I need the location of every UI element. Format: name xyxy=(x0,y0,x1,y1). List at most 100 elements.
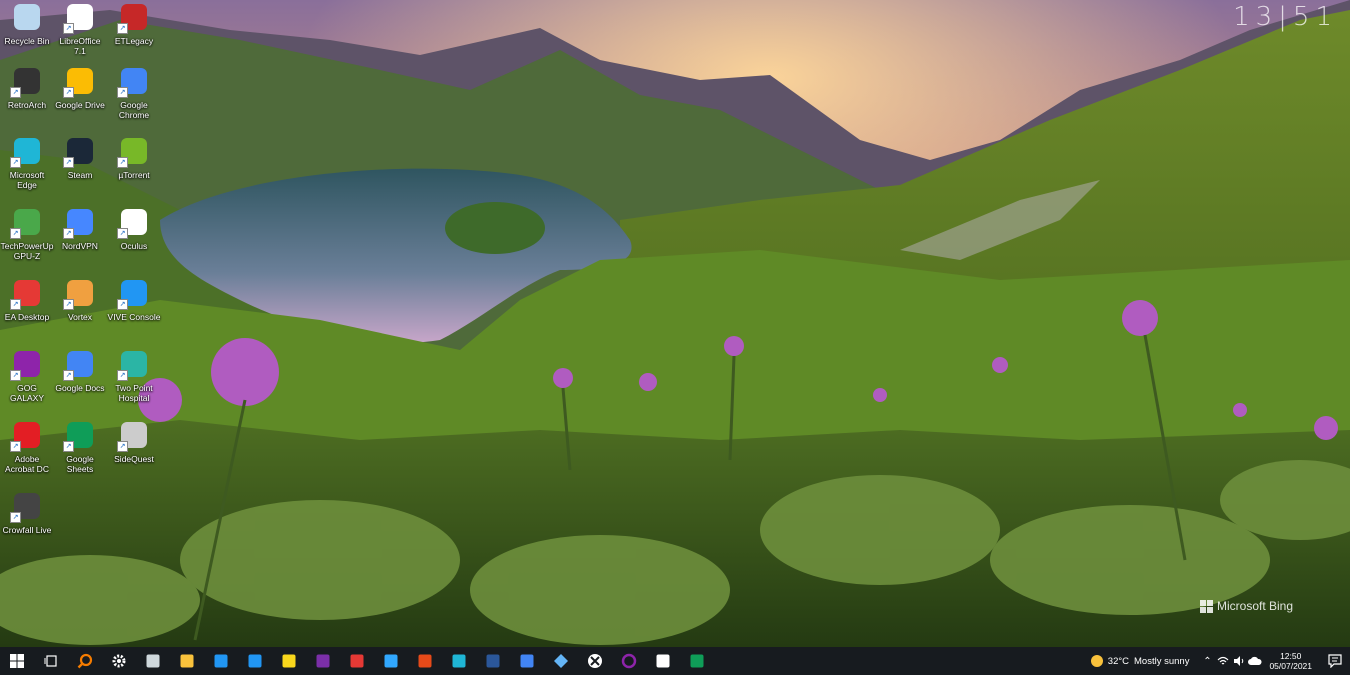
taskbar: 32°C Mostly sunny ⌃ 12:50 05/07/2021 xyxy=(0,647,1350,675)
onenote-button[interactable] xyxy=(306,647,340,675)
desktop-icon-label: Adobe Acrobat DC xyxy=(5,454,49,474)
search-icon xyxy=(77,653,93,669)
desktop-icon-oculus[interactable]: ↗ Oculus xyxy=(107,205,161,251)
shortcut-arrow-icon: ↗ xyxy=(10,228,21,239)
onedrive-button[interactable] xyxy=(1247,647,1263,675)
desktop-icon-crowfall[interactable]: ↗ Crowfall Live xyxy=(0,489,54,535)
desktop-icon-etlegacy[interactable]: ↗ ETLegacy xyxy=(107,0,161,46)
desktop-icon-label: SideQuest xyxy=(114,454,154,464)
paint-button[interactable] xyxy=(340,647,374,675)
desktop-icon-recycle-bin[interactable]: Recycle Bin xyxy=(0,0,54,46)
file-explorer-button[interactable] xyxy=(170,647,204,675)
weather-widget[interactable]: 32°C Mostly sunny xyxy=(1090,655,1189,667)
watermark-text: Microsoft Bing xyxy=(1217,599,1294,613)
taskbar-clock[interactable]: 12:50 05/07/2021 xyxy=(1269,651,1312,671)
desktop-icon-label: Google Drive xyxy=(55,100,105,110)
diamond-icon xyxy=(554,654,568,668)
shortcut-arrow-icon: ↗ xyxy=(117,23,128,34)
task-view-icon xyxy=(44,655,57,667)
windows-icon xyxy=(10,654,24,668)
volume-button[interactable] xyxy=(1231,647,1247,675)
desktop-icon-google-drive[interactable]: ↗ Google Drive xyxy=(53,64,107,110)
desktop-icon-retroarch[interactable]: ↗ RetroArch xyxy=(0,64,54,110)
desktop-icon-label: EA Desktop xyxy=(4,312,50,322)
desktop-icon-ea[interactable]: ↗ EA Desktop xyxy=(0,276,54,322)
desktop-icon-vive[interactable]: ↗ VIVE Console xyxy=(107,276,161,322)
desktop-icon-gog[interactable]: ↗ GOG GALAXY xyxy=(0,347,54,403)
edge-icon: ↗ xyxy=(10,134,44,168)
desktop-icon-label: Two Point Hospital xyxy=(115,383,153,403)
shortcut-arrow-icon: ↗ xyxy=(117,228,128,239)
people-button[interactable] xyxy=(238,647,272,675)
desktop-icon-gpuz[interactable]: ↗ TechPowerUp GPU-Z xyxy=(0,205,54,261)
speaker-icon xyxy=(1234,656,1244,666)
office-button[interactable] xyxy=(408,647,442,675)
show-hidden-icons-button[interactable]: ⌃ xyxy=(1199,647,1215,675)
shortcut-arrow-icon: ↗ xyxy=(10,370,21,381)
app-cube-button[interactable] xyxy=(136,647,170,675)
desktop-icon-nordvpn[interactable]: ↗ NordVPN xyxy=(53,205,107,251)
office-icon xyxy=(418,654,432,668)
desktop-icon-two-point-hospital[interactable]: ↗ Two Point Hospital xyxy=(107,347,161,403)
person-icon xyxy=(248,654,262,668)
shortcut-arrow-icon: ↗ xyxy=(63,370,74,381)
gpuz-icon: ↗ xyxy=(10,205,44,239)
network-button[interactable] xyxy=(1215,647,1231,675)
google-sheets-icon: ↗ xyxy=(63,418,97,452)
desktop-icon-google-sheets[interactable]: ↗ Google Sheets xyxy=(53,418,107,474)
sheets-button[interactable] xyxy=(680,647,714,675)
sticky-notes-button[interactable] xyxy=(272,647,306,675)
shortcut-arrow-icon: ↗ xyxy=(63,228,74,239)
vortex-icon: ↗ xyxy=(63,276,97,310)
shortcut-arrow-icon: ↗ xyxy=(117,87,128,98)
shortcut-arrow-icon: ↗ xyxy=(117,441,128,452)
shortcut-arrow-icon: ↗ xyxy=(10,512,21,523)
desktop-icon-libreoffice[interactable]: ↗ LibreOffice 7.1 xyxy=(53,0,107,56)
xbox-icon xyxy=(588,654,602,668)
xbox-button[interactable] xyxy=(578,647,612,675)
desktop-icon-label: TechPowerUp GPU-Z xyxy=(0,241,54,261)
shortcut-arrow-icon: ↗ xyxy=(63,23,74,34)
docs-button[interactable] xyxy=(510,647,544,675)
settings-button[interactable] xyxy=(102,647,136,675)
desktop-icon-steam[interactable]: ↗ Steam xyxy=(53,134,107,180)
photoshop-button[interactable] xyxy=(374,647,408,675)
desktop-icon-chrome[interactable]: ↗ Google Chrome xyxy=(107,64,161,120)
desktop-icon-label: Google Sheets xyxy=(66,454,94,474)
gog-button[interactable] xyxy=(612,647,646,675)
search-button[interactable] xyxy=(68,647,102,675)
edge-button[interactable] xyxy=(442,647,476,675)
desktop-icon-label: Vortex xyxy=(67,312,93,322)
crowfall-icon: ↗ xyxy=(10,489,44,523)
clock-time: 12:50 xyxy=(1280,651,1302,661)
word-button[interactable] xyxy=(476,647,510,675)
mail-icon xyxy=(214,654,228,668)
sheets-icon xyxy=(690,654,704,668)
desktop-icon-label: GOG GALAXY xyxy=(9,383,45,403)
desktop-icon-google-docs[interactable]: ↗ Google Docs xyxy=(53,347,107,393)
start-button[interactable] xyxy=(0,647,34,675)
onenote-icon xyxy=(316,654,330,668)
desktop-icon-edge[interactable]: ↗ Microsoft Edge xyxy=(0,134,54,190)
mail-button[interactable] xyxy=(204,647,238,675)
desktop-icon-label: Microsoft Edge xyxy=(9,170,45,190)
notification-icon xyxy=(1328,654,1342,668)
desktop-icon-acrobat[interactable]: ↗ Adobe Acrobat DC xyxy=(0,418,54,474)
vpn-button[interactable] xyxy=(544,647,578,675)
steam-icon: ↗ xyxy=(63,134,97,168)
utorrent-icon: ↗ xyxy=(117,134,151,168)
shortcut-arrow-icon: ↗ xyxy=(117,299,128,310)
notification-center-button[interactable] xyxy=(1320,647,1350,675)
shortcut-arrow-icon: ↗ xyxy=(117,157,128,168)
steam-button[interactable] xyxy=(646,647,680,675)
desktop-icon-sidequest[interactable]: ↗ SideQuest xyxy=(107,418,161,464)
sun-icon xyxy=(1090,655,1103,667)
chrome-icon: ↗ xyxy=(117,64,151,98)
gog-ring-icon xyxy=(621,653,637,669)
desktop-icon-utorrent[interactable]: ↗ µTorrent xyxy=(107,134,161,180)
desktop-icon-label: µTorrent xyxy=(118,170,150,180)
desktop-icon-label: Google Chrome xyxy=(118,100,150,120)
desktop-icon-vortex[interactable]: ↗ Vortex xyxy=(53,276,107,322)
task-view-button[interactable] xyxy=(34,647,68,675)
taskbar-apps xyxy=(0,647,714,675)
